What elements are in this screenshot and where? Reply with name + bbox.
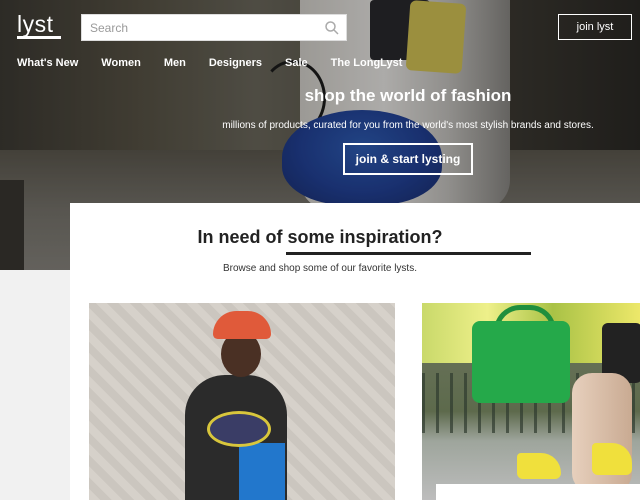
inspiration-title: In need of some inspiration? xyxy=(197,227,443,247)
card-caption-box xyxy=(436,484,640,500)
nav-item-designers[interactable]: Designers xyxy=(209,57,262,73)
model-cap xyxy=(213,311,271,339)
logo-underline xyxy=(17,36,61,39)
model-legs xyxy=(572,373,632,493)
hero-title: shop the world of fashion xyxy=(304,86,512,105)
model-sweater-graphic xyxy=(207,411,271,447)
yellow-shoe xyxy=(592,443,632,475)
join-start-lysting-button[interactable]: join & start lysting xyxy=(343,143,473,175)
lyst-logo[interactable]: lyst xyxy=(17,11,54,38)
search-box[interactable] xyxy=(81,14,347,41)
title-underline xyxy=(286,252,531,255)
inspiration-panel: In need of some inspiration? Browse and … xyxy=(70,203,640,500)
yellow-shoe xyxy=(517,453,561,479)
nav-item-longlyst[interactable]: The LongLyst xyxy=(331,57,403,73)
nav-item-women[interactable]: Women xyxy=(101,57,141,73)
hero-subtitle: millions of products, curated for you fr… xyxy=(222,120,594,131)
lyst-card-menswear[interactable] xyxy=(89,303,395,500)
green-handbag xyxy=(472,321,570,403)
search-input[interactable] xyxy=(82,15,328,40)
inspiration-subtitle: Browse and shop some of our favorite lys… xyxy=(223,263,417,274)
model-sweater-detail xyxy=(239,443,285,500)
nav-item-men[interactable]: Men xyxy=(164,57,186,73)
lyst-card-womenswear[interactable] xyxy=(422,303,640,500)
search-icon[interactable] xyxy=(324,20,340,36)
main-nav: What's New Women Men Designers Sale The … xyxy=(17,57,425,73)
nav-item-sale[interactable]: Sale xyxy=(285,57,308,73)
nav-item-whats-new[interactable]: What's New xyxy=(17,57,78,73)
join-lyst-button[interactable]: join lyst xyxy=(558,14,632,40)
